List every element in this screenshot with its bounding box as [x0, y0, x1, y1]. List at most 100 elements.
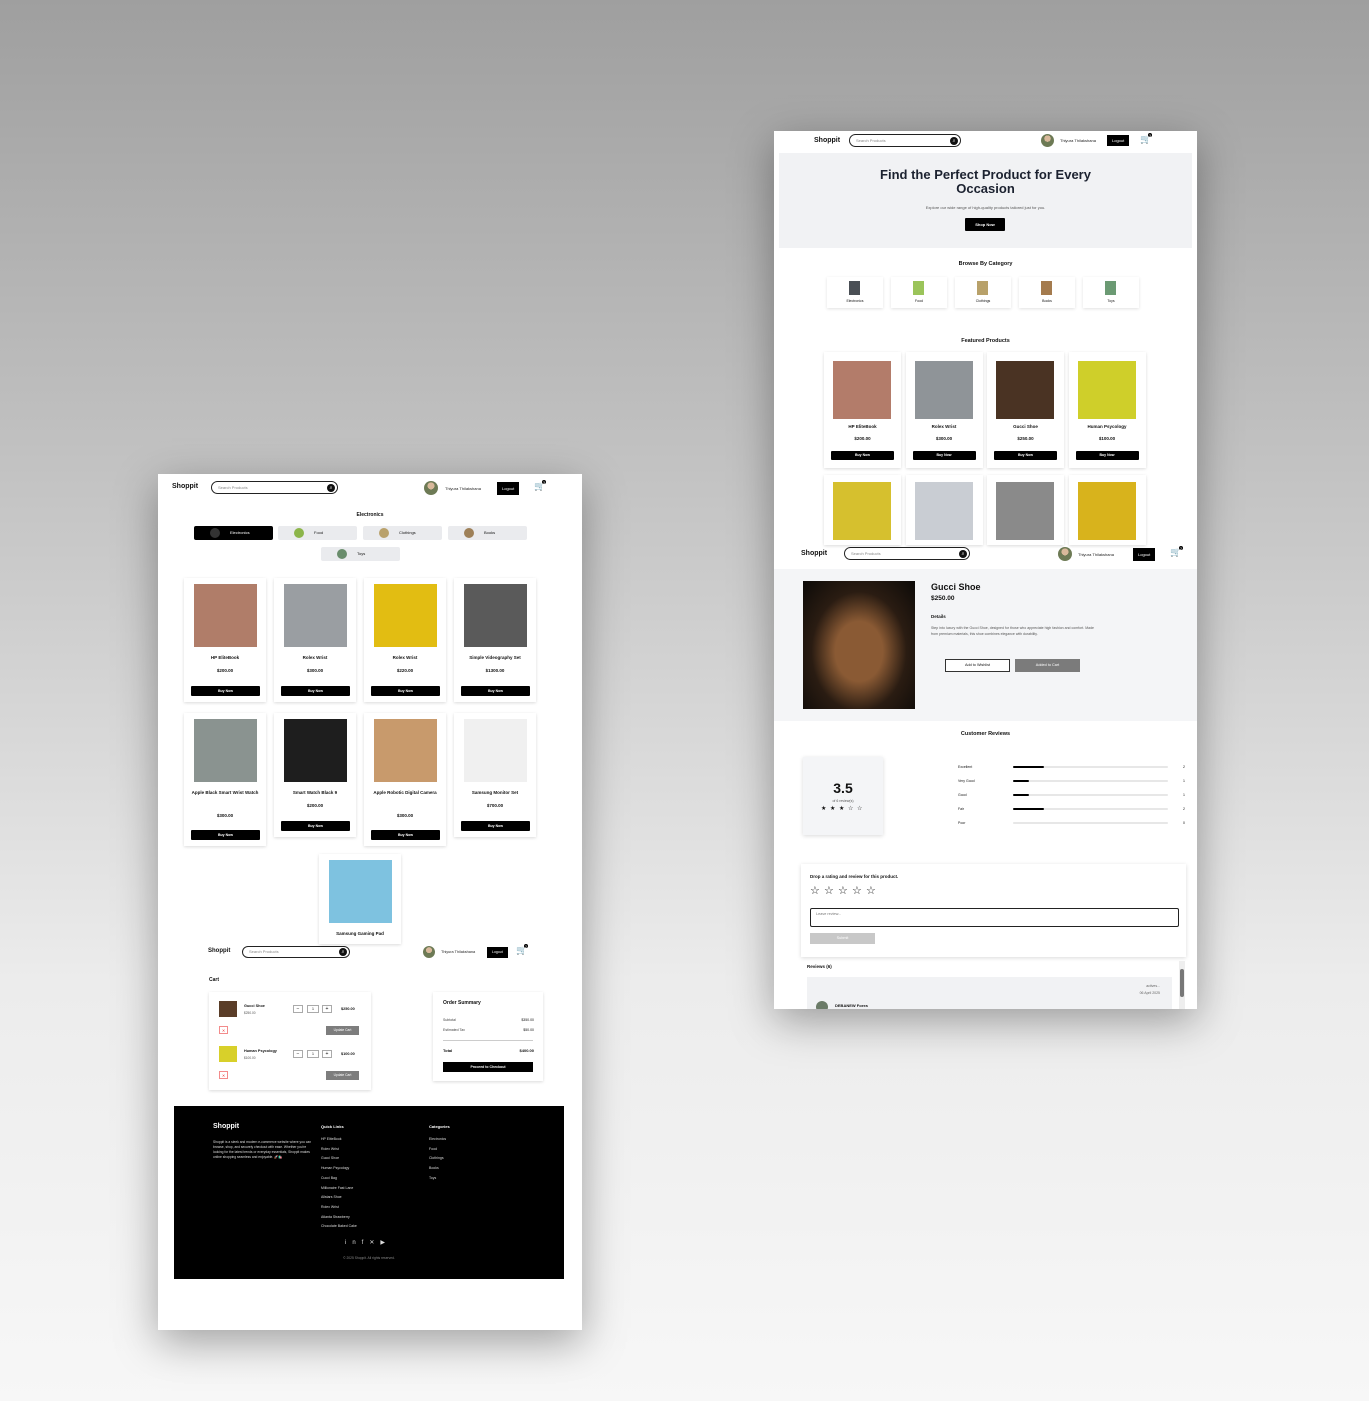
buy-now-button[interactable]: Buy Now: [461, 821, 530, 831]
category-card[interactable]: Clothings: [955, 277, 1011, 308]
submit-review-button[interactable]: Submit: [810, 933, 875, 944]
footer-category-link[interactable]: Electronics: [429, 1137, 446, 1141]
reviews-scrollbar[interactable]: [1179, 961, 1185, 1009]
product-card[interactable]: Rolex Wrist $300.00 Buy Now: [274, 578, 356, 702]
footer-link[interactable]: Allstars Shoe: [321, 1195, 342, 1199]
buy-now-button[interactable]: Buy Now: [281, 686, 350, 696]
product-card[interactable]: Apple Black Smart Wrist Watch $300.00 Buy …: [184, 713, 266, 846]
footer-link[interactable]: Gucci Shoe: [321, 1156, 339, 1160]
product-card[interactable]: Simple Videography Set $1300.00 Buy Now: [454, 578, 536, 702]
footer-link[interactable]: Cucci Bag: [321, 1176, 337, 1180]
search-icon[interactable]: ⌕: [959, 549, 967, 558]
buy-now-button[interactable]: Buy Now: [994, 451, 1057, 460]
buy-now-button[interactable]: Buy Now: [281, 821, 350, 831]
search-input[interactable]: Search Products ⌕: [242, 946, 350, 958]
increase-qty-button[interactable]: +: [322, 1005, 332, 1013]
buy-now-button[interactable]: Buy Now: [461, 686, 530, 696]
tab-books[interactable]: Books: [448, 526, 527, 540]
footer-category-link[interactable]: Books: [429, 1166, 439, 1170]
brand-logo[interactable]: Shoppit: [814, 137, 840, 144]
tab-toys[interactable]: Toys: [321, 547, 400, 561]
category-card[interactable]: Toys: [1083, 277, 1139, 308]
logout-button[interactable]: Logout: [1107, 135, 1130, 146]
product-card[interactable]: Rolex Wrist $220.00 Buy Now: [364, 578, 446, 702]
search-input[interactable]: Search Products ⌕: [844, 547, 970, 560]
brand-logo[interactable]: Shoppit: [208, 948, 230, 954]
search-icon[interactable]: ⌕: [327, 483, 335, 492]
quantity-input[interactable]: 1: [307, 1005, 319, 1013]
footer-link[interactable]: Rolex Wrist: [321, 1147, 339, 1151]
footer-link[interactable]: Atlanta Strawberry: [321, 1215, 350, 1219]
buy-now-button[interactable]: Buy Now: [912, 451, 976, 460]
quantity-input[interactable]: 1: [307, 1050, 319, 1058]
footer-link[interactable]: Chocolate Baked Cake: [321, 1224, 357, 1228]
footer-link[interactable]: HP EliteBook: [321, 1137, 342, 1141]
product-card[interactable]: [987, 475, 1064, 545]
search-icon[interactable]: ⌕: [339, 948, 347, 956]
product-card[interactable]: [824, 475, 901, 545]
added-to-cart-button[interactable]: Added to Cart: [1015, 659, 1080, 672]
product-card[interactable]: Smart Watch Black 9 $200.00 Buy Now: [274, 713, 356, 837]
product-card[interactable]: [1068, 475, 1146, 545]
footer-link[interactable]: Human Psycology: [321, 1166, 349, 1170]
tab-food[interactable]: Food: [278, 526, 357, 540]
star-input-icon[interactable]: ☆: [852, 886, 862, 897]
buy-now-button[interactable]: Buy Now: [1075, 451, 1139, 460]
linkedin-icon[interactable]: in: [345, 1240, 362, 1246]
buy-now-button[interactable]: Buy Now: [831, 451, 894, 460]
decrease-qty-button[interactable]: −: [293, 1050, 303, 1058]
search-icon[interactable]: ⌕: [950, 136, 958, 145]
avatar[interactable]: [423, 946, 435, 958]
tab-electronics[interactable]: Electronics: [194, 526, 273, 540]
product-card[interactable]: Apple Robotic Digital Camera $300.00 Buy N…: [364, 713, 446, 846]
footer-category-link[interactable]: Toys: [429, 1176, 436, 1180]
checkout-button[interactable]: Proceed to Checkout: [443, 1062, 533, 1072]
brand-logo[interactable]: Shoppit: [172, 483, 198, 490]
star-input-icon[interactable]: ☆: [866, 886, 876, 897]
avatar[interactable]: [424, 481, 438, 495]
category-card[interactable]: Food: [891, 277, 947, 308]
product-card[interactable]: HP EliteBook $200.00 Buy Now: [824, 352, 901, 468]
brand-logo[interactable]: Shoppit: [801, 550, 827, 557]
avatar[interactable]: [1058, 547, 1072, 561]
tab-clothings[interactable]: Clothings: [363, 526, 442, 540]
shop-now-button[interactable]: Shop Now: [965, 218, 1005, 231]
logout-button[interactable]: Logout: [1133, 548, 1156, 561]
star-input-icon[interactable]: ☆: [838, 886, 848, 897]
search-input[interactable]: Search Products ⌕: [211, 481, 338, 494]
buy-now-button[interactable]: Buy Now: [371, 830, 440, 840]
footer-category-link[interactable]: Clothings: [429, 1156, 444, 1160]
star-input-icon[interactable]: ☆: [824, 886, 834, 897]
product-card[interactable]: [905, 475, 983, 545]
footer-category-link[interactable]: Food: [429, 1147, 437, 1151]
add-to-wishlist-button[interactable]: Add to Wishlist: [945, 659, 1010, 672]
review-textarea[interactable]: Leave review...: [810, 908, 1179, 927]
footer-link[interactable]: Rolex Wrist: [321, 1205, 339, 1209]
product-card[interactable]: Rolex Wrist $300.00 Buy Now: [905, 352, 983, 468]
remove-item-icon[interactable]: ✕: [219, 1071, 228, 1079]
search-input[interactable]: Search Products ⌕: [849, 134, 961, 147]
review-action[interactable]: actives...: [1146, 984, 1160, 988]
category-card[interactable]: Books: [1019, 277, 1075, 308]
buy-now-button[interactable]: Buy Now: [371, 686, 440, 696]
update-cart-button[interactable]: Update Cart: [326, 1071, 359, 1080]
product-card[interactable]: Gucci Shoe $250.00 Buy Now: [987, 352, 1064, 468]
product-card[interactable]: Human Psycology $100.00 Buy Now: [1068, 352, 1146, 468]
remove-item-icon[interactable]: ✕: [219, 1026, 228, 1034]
increase-qty-button[interactable]: +: [322, 1050, 332, 1058]
youtube-icon[interactable]: ▶: [380, 1240, 391, 1246]
category-card[interactable]: Electronics: [827, 277, 883, 308]
footer-link[interactable]: Millionaire Fast Lane: [321, 1186, 353, 1190]
product-card[interactable]: Samsung Monitor Set $700.00 Buy Now: [454, 713, 536, 837]
buy-now-button[interactable]: Buy Now: [191, 686, 260, 696]
update-cart-button[interactable]: Update Cart: [326, 1026, 359, 1035]
avatar[interactable]: [1041, 134, 1054, 147]
buy-now-button[interactable]: Buy Now: [191, 830, 260, 840]
product-card[interactable]: Samsung Gaming Pad: [319, 854, 401, 944]
star-input-icon[interactable]: ☆: [810, 886, 820, 897]
logout-button[interactable]: Logout: [487, 947, 508, 958]
scrollbar-thumb[interactable]: [1180, 969, 1184, 997]
x-icon[interactable]: ✕: [369, 1240, 380, 1246]
logout-button[interactable]: Logout: [497, 482, 520, 495]
product-card[interactable]: HP EliteBook $200.00 Buy Now: [184, 578, 266, 702]
